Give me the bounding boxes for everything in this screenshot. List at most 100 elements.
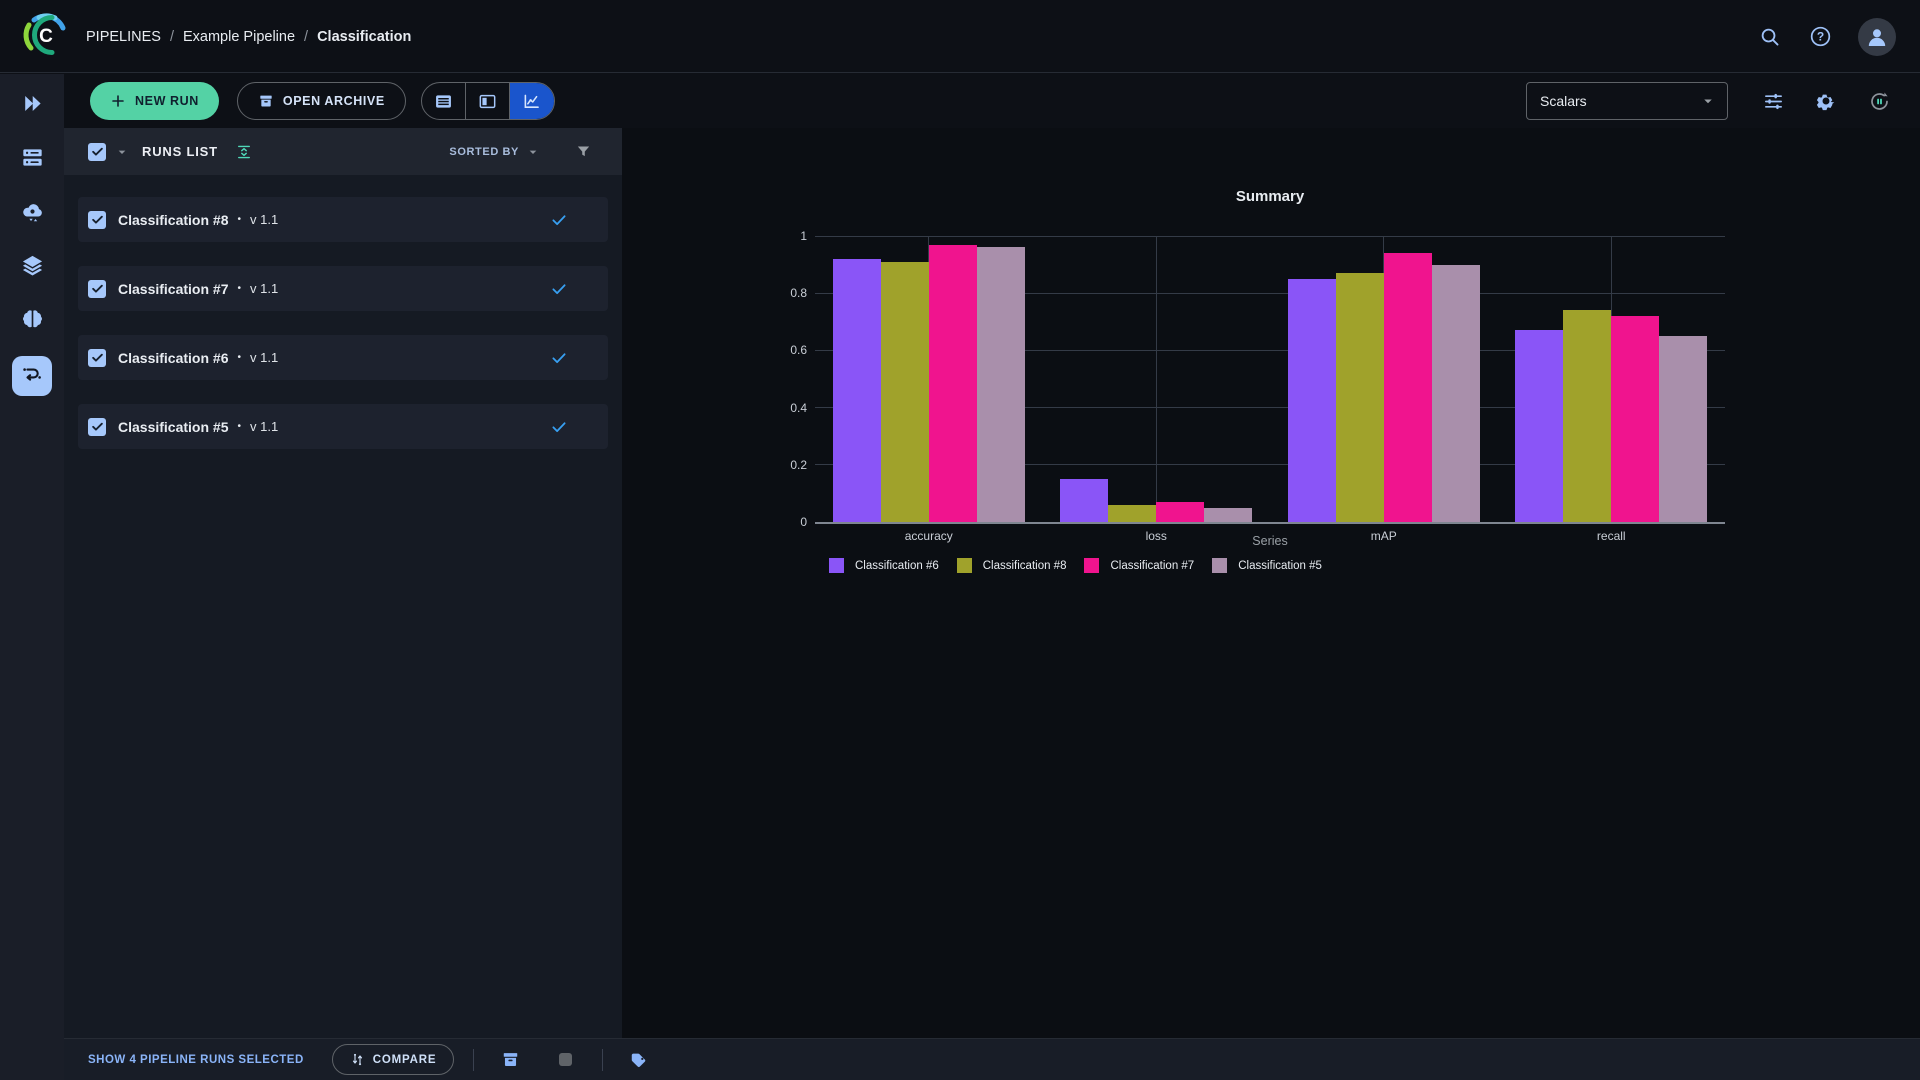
divider: [473, 1048, 475, 1071]
divider: [602, 1048, 604, 1071]
bar: [1611, 316, 1660, 522]
chart-view-tab[interactable]: [509, 83, 554, 119]
run-name: Classification #7: [118, 280, 229, 297]
legend-swatch: [1212, 558, 1228, 573]
y-tick-label: 0.8: [790, 286, 807, 301]
server-stack-icon: [20, 145, 45, 175]
completed-check-icon: [550, 349, 568, 367]
y-tick-label: 0: [800, 515, 807, 529]
bar: [1563, 310, 1612, 522]
breadcrumb-separator: /: [169, 28, 174, 45]
select-menu-caret-icon[interactable]: [114, 144, 130, 160]
user-avatar[interactable]: [1858, 17, 1896, 56]
bottom-action-bar: SHOW 4 PIPELINE RUNS SELECTED COMPARE: [64, 1038, 1920, 1080]
run-row-classification-8[interactable]: Classification #8 • v 1.1: [78, 197, 608, 242]
sorted-by-button[interactable]: SORTED BY: [449, 144, 541, 160]
bar: [1431, 264, 1480, 522]
auto-refresh-pause-icon[interactable]: [1866, 88, 1892, 114]
pipeline-icon: [20, 362, 44, 391]
table-view-tab[interactable]: [422, 83, 466, 119]
run-checkbox[interactable]: [88, 417, 106, 436]
sidebar-item-projects[interactable]: [12, 86, 52, 126]
legend-title: Series: [1252, 534, 1288, 548]
open-archive-label: OPEN ARCHIVE: [282, 94, 385, 108]
compare-button[interactable]: COMPARE: [331, 1044, 455, 1075]
sidebar-item-applications[interactable]: [12, 194, 52, 234]
bar: [1156, 501, 1205, 522]
actions-toolbar: NEW RUN OPEN ARCHIVE Scalars: [64, 74, 1920, 128]
y-tick-label: 0.4: [790, 400, 807, 415]
breadcrumb-example-pipeline[interactable]: Example Pipeline: [183, 29, 295, 45]
legend-item[interactable]: Classification #7: [1084, 558, 1194, 573]
chart-legend: Classification #6 Classification #8 Clas…: [829, 558, 1322, 573]
run-checkbox[interactable]: [88, 210, 106, 229]
compare-arrows-icon: [350, 1052, 365, 1067]
svg-text:C: C: [39, 26, 53, 47]
legend-item[interactable]: Classification #6: [829, 558, 939, 573]
search-icon[interactable]: [1756, 24, 1782, 50]
chart-title: Summary: [1235, 188, 1305, 205]
abort-stop-icon: [559, 1053, 573, 1066]
run-version: v 1.1: [250, 212, 279, 227]
metric-type-select[interactable]: Scalars: [1526, 82, 1728, 120]
run-version: v 1.1: [250, 281, 279, 296]
resize-rows-icon[interactable]: [235, 143, 253, 161]
run-bullet: •: [237, 283, 242, 294]
run-version: v 1.1: [250, 419, 279, 434]
sidebar-item-models[interactable]: [12, 302, 52, 342]
app-window: C PIPELINES / Example Pipeline / Classif…: [0, 0, 1920, 1080]
bar: [928, 244, 977, 522]
breadcrumb-pipelines[interactable]: PIPELINES: [86, 29, 161, 45]
run-bullet: •: [237, 352, 242, 363]
select-all-checkbox[interactable]: [88, 142, 106, 161]
filter-funnel-icon[interactable]: [575, 143, 592, 160]
x-axis-line: [815, 522, 1725, 524]
settings-gear-icon[interactable]: [1813, 88, 1839, 114]
breadcrumb-classification: Classification: [317, 28, 412, 45]
run-checkbox[interactable]: [88, 348, 106, 367]
svg-text:?: ?: [1816, 30, 1823, 44]
run-bullet: •: [237, 214, 242, 225]
runs-list-title: RUNS LIST: [142, 144, 218, 159]
tune-sliders-icon[interactable]: [1760, 88, 1786, 114]
help-icon[interactable]: ?: [1807, 24, 1833, 50]
legend-item[interactable]: Classification #8: [956, 558, 1067, 573]
legend-label: Classification #8: [982, 559, 1067, 572]
run-bullet: •: [237, 421, 242, 432]
open-archive-button[interactable]: OPEN ARCHIVE: [236, 82, 406, 120]
bar: [880, 261, 929, 522]
new-run-label: NEW RUN: [135, 94, 199, 108]
run-row-classification-7[interactable]: Classification #7 • v 1.1: [78, 266, 608, 311]
legend-label: Classification #7: [1110, 559, 1195, 572]
run-name: Classification #6: [118, 349, 229, 366]
legend-label: Classification #5: [1238, 559, 1322, 572]
clearml-logo[interactable]: C: [22, 11, 70, 59]
sidebar-item-pipelines[interactable]: [12, 356, 52, 396]
runs-list: Classification #8 • v 1.1 Classification…: [64, 175, 622, 449]
y-tick-label: 0.2: [790, 457, 807, 472]
legend-swatch: [956, 558, 972, 573]
x-tick-label: loss: [1145, 529, 1167, 543]
runs-list-panel: RUNS LIST SORTED BY Classification #8 • …: [64, 128, 622, 1038]
left-nav-sidebar: [0, 74, 64, 1080]
x-tick-label: recall: [1596, 529, 1626, 543]
add-tag-icon[interactable]: [629, 1050, 648, 1069]
chart-view-icon: [521, 91, 542, 112]
run-row-classification-5[interactable]: Classification #5 • v 1.1: [78, 404, 608, 449]
bar: [1060, 479, 1109, 522]
selected-runs-toggle[interactable]: SHOW 4 PIPELINE RUNS SELECTED: [88, 1054, 304, 1066]
run-row-classification-6[interactable]: Classification #6 • v 1.1: [78, 335, 608, 380]
bar: [1515, 330, 1564, 522]
sidebar-item-datasets[interactable]: [12, 248, 52, 288]
archive-selected-icon[interactable]: [501, 1050, 520, 1069]
legend-item[interactable]: Classification #5: [1212, 558, 1322, 573]
split-view-tab[interactable]: [466, 83, 510, 119]
x-tick-label: mAP: [1370, 529, 1397, 543]
cloud-gear-icon: [20, 199, 45, 229]
topbar-actions: ?: [1756, 0, 1896, 73]
run-checkbox[interactable]: [88, 279, 106, 298]
bar: [976, 247, 1025, 522]
sidebar-item-workers[interactable]: [12, 140, 52, 180]
new-run-button[interactable]: NEW RUN: [90, 82, 219, 120]
brain-icon: [20, 307, 45, 337]
